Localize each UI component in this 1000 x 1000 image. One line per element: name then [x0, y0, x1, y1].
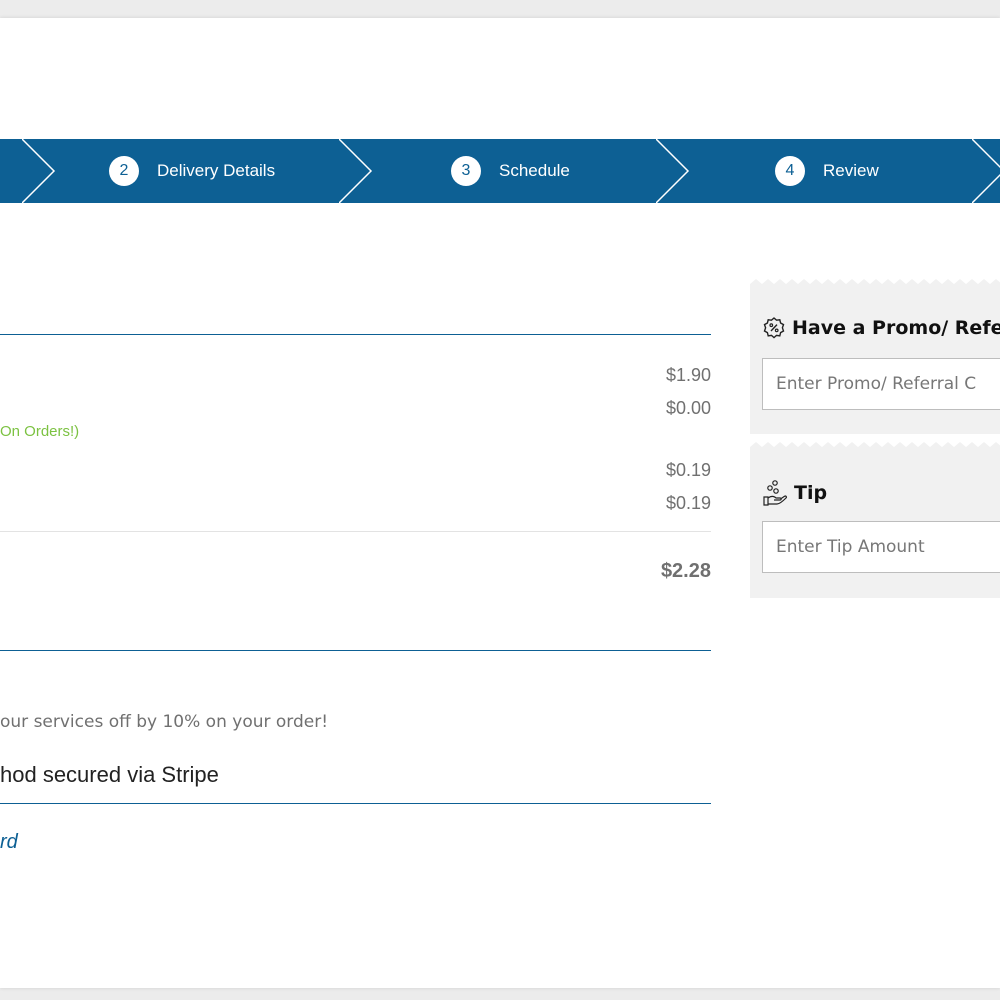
step-number: 4: [775, 156, 805, 186]
fee-amount: $0.19: [665, 493, 711, 513]
step-label: Review: [823, 161, 879, 180]
summary-top-divider: [0, 334, 711, 335]
step-label: Schedule: [499, 161, 570, 180]
tip-panel: Tip: [750, 442, 1000, 598]
chevron-divider-icon: [656, 139, 690, 203]
total-amount: $2.28: [660, 560, 711, 582]
discount-amount: $0.00: [665, 398, 711, 418]
payment-method-heading: hod secured via Stripe: [0, 762, 219, 787]
promo-panel: Have a Promo/ Refer: [750, 279, 1000, 434]
add-card-link[interactable]: rd: [0, 831, 18, 854]
chevron-divider-icon: [972, 139, 1000, 203]
step-delivery-details[interactable]: 2 Delivery Details: [109, 139, 275, 203]
promo-code-input[interactable]: [762, 358, 1000, 410]
payment-divider: [0, 803, 711, 804]
promo-panel-title-text: Have a Promo/ Refer: [792, 317, 1000, 339]
step-review[interactable]: 4 Review: [775, 139, 879, 203]
subtotal-amount: $1.90: [665, 365, 711, 385]
tip-panel-title-text: Tip: [794, 482, 828, 504]
chevron-divider-icon: [339, 139, 373, 203]
zigzag-edge: [750, 442, 1000, 452]
tip-panel-title: Tip: [762, 479, 827, 507]
summary-bottom-divider: [0, 650, 711, 651]
summary-total-divider: [0, 531, 711, 532]
step-number: 3: [451, 156, 481, 186]
step-schedule[interactable]: 3 Schedule: [451, 139, 570, 203]
checkout-stepper: 2 Delivery Details 3 Schedule 4 Review: [0, 139, 1000, 203]
promo-panel-title: Have a Promo/ Refer: [762, 316, 1000, 340]
zigzag-edge: [750, 279, 1000, 289]
discount-badge-icon: [763, 317, 785, 339]
discount-note: On Orders!): [0, 423, 80, 440]
tip-hand-coins-icon: [763, 480, 787, 506]
step-number: 2: [109, 156, 139, 186]
checkout-page: 2 Delivery Details 3 Schedule 4 Review $…: [0, 18, 1000, 988]
tax-amount: $0.19: [665, 460, 711, 480]
step-label: Delivery Details: [157, 161, 276, 180]
tip-amount-input[interactable]: [762, 521, 1000, 573]
chevron-divider-icon: [22, 139, 56, 203]
promo-savings-note: our services off by 10% on your order!: [0, 712, 329, 732]
